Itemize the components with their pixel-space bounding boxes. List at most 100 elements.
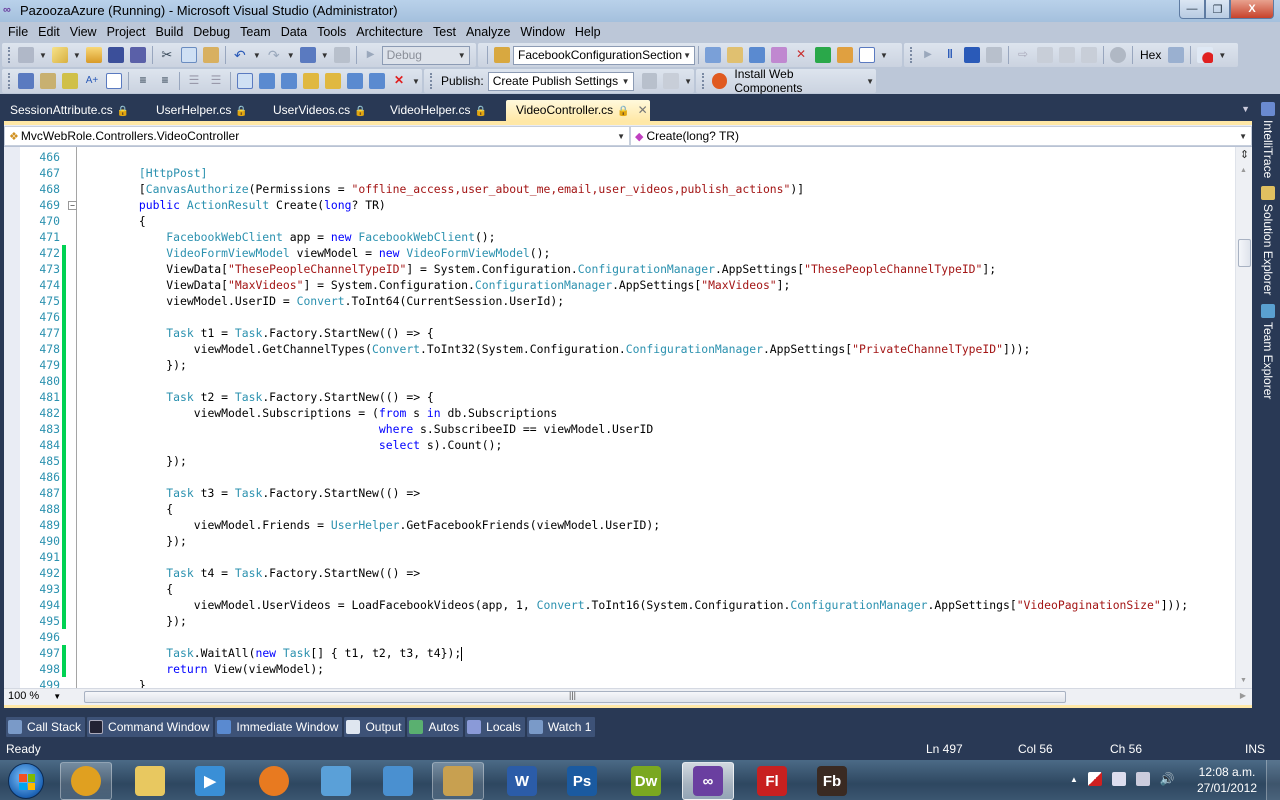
code-line[interactable]: 498 return View(viewModel); (4, 661, 1234, 677)
code-line[interactable]: 472 VideoFormViewModel viewModel = new V… (4, 245, 1234, 261)
code-line[interactable]: 484 select s).Count(); (4, 437, 1234, 453)
tab-command-window[interactable]: Command Window (87, 717, 214, 737)
code-line[interactable]: 477 Task t1 = Task.Factory.StartNew(() =… (4, 325, 1234, 341)
tab-autos[interactable]: Autos (407, 717, 464, 737)
threads-icon[interactable] (1168, 47, 1185, 63)
menu-debug[interactable]: Debug (188, 25, 235, 39)
paste-icon[interactable] (202, 47, 219, 63)
code-line[interactable]: 480 (4, 373, 1234, 389)
dock-tab-intellitrace[interactable]: IntelliTrace (1258, 102, 1278, 178)
start-button[interactable] (8, 763, 44, 799)
taskbar-app-chrome[interactable] (60, 762, 112, 800)
toggle-bookmark-icon[interactable] (237, 73, 253, 89)
properties-icon[interactable] (727, 47, 743, 63)
add-item-icon[interactable] (51, 47, 68, 63)
tab-uservideos[interactable]: UserVideos.cs 🔒 (263, 100, 377, 121)
menu-window[interactable]: Window (515, 25, 569, 39)
tab-videocontroller[interactable]: VideoController.cs 🔒 ✕ (506, 100, 650, 121)
tab-immediate-window[interactable]: Immediate Window (215, 717, 343, 737)
code-line[interactable]: 469− public ActionResult Create(long? TR… (4, 197, 1234, 213)
show-next-statement-icon[interactable]: ⇨ (1015, 47, 1031, 63)
action-center-flag-icon[interactable] (1087, 772, 1102, 786)
increase-indent-icon[interactable]: ≡ (157, 73, 173, 89)
code-line[interactable]: 481 Task t2 = Task.Factory.StartNew(() =… (4, 389, 1234, 405)
menu-analyze[interactable]: Analyze (461, 25, 515, 39)
code-line[interactable]: 479 }); (4, 357, 1234, 373)
import-export-icon[interactable] (815, 47, 831, 63)
menu-file[interactable]: File (3, 25, 33, 39)
code-editor[interactable]: 466 467 [HttpPost] 468 [CanvasAuthorize(Pe… (4, 147, 1252, 688)
step-out-icon[interactable] (1081, 47, 1097, 63)
extension-manager-icon[interactable]: ✕ (793, 47, 809, 63)
restart-icon[interactable] (986, 47, 1002, 63)
taskbar-app-dreamweaver[interactable]: Dw (620, 762, 672, 800)
code-line[interactable]: 482 viewModel.Subscriptions = (from s in… (4, 405, 1234, 421)
undo-icon[interactable]: ↶ (232, 47, 248, 63)
dock-tab-team-explorer[interactable]: Team Explorer (1258, 304, 1278, 399)
complete-word-icon[interactable]: A+ (84, 73, 100, 89)
menu-help[interactable]: Help (570, 25, 606, 39)
next-bookmark-document-icon[interactable] (369, 73, 385, 89)
type-combo[interactable]: ❖ MvcWebRole.Controllers.VideoController… (4, 126, 630, 146)
tab-userhelper[interactable]: UserHelper.cs 🔒 (146, 100, 258, 121)
code-line[interactable]: 483 where s.SubscribeeID == viewModel.Us… (4, 421, 1234, 437)
zoom-level-combo[interactable]: 100 % ▼ (8, 690, 61, 702)
dock-tab-solution-explorer[interactable]: Solution Explorer (1258, 186, 1278, 295)
menu-project[interactable]: Project (102, 25, 151, 39)
scroll-down-arrow[interactable]: ▼ (1240, 677, 1247, 684)
close-tab-icon[interactable]: ✕ (638, 103, 648, 117)
split-window-icon[interactable]: ⇕ (1238, 149, 1251, 162)
install-web-components-icon[interactable] (711, 73, 728, 89)
tab-watch-1[interactable]: Watch 1 (526, 717, 596, 737)
clock[interactable]: 12:08 a.m. 27/01/2012 (1190, 764, 1264, 796)
parameter-info-icon[interactable] (40, 73, 56, 89)
previous-bookmark-document-icon[interactable] (347, 73, 363, 89)
power-icon[interactable] (1111, 772, 1126, 786)
solution-configuration-combo[interactable]: Debug ▼ (381, 45, 470, 65)
horizontal-scrollbar[interactable]: 100 % ▼ ||| ▶ (4, 688, 1252, 705)
menu-architecture[interactable]: Architecture (351, 25, 428, 39)
code-line[interactable]: 468 [CanvasAuthorize(Permissions = "offl… (4, 181, 1234, 197)
publish-settings-icon[interactable] (663, 73, 680, 89)
code-line[interactable]: 475 viewModel.UserID = Convert.ToInt64(C… (4, 293, 1234, 309)
code-line[interactable]: 471 FacebookWebClient app = new Facebook… (4, 229, 1234, 245)
new-project-icon[interactable] (18, 47, 34, 63)
cut-icon[interactable]: ✂ (159, 47, 175, 63)
navigate-backward-icon[interactable] (299, 47, 316, 63)
taskbar-app-flash-builder[interactable]: Fb (806, 762, 858, 800)
step-into-icon[interactable] (1037, 47, 1053, 63)
tab-locals[interactable]: Locals (465, 717, 525, 737)
tab-sessionattribute[interactable]: SessionAttribute.cs 🔒 (0, 100, 139, 121)
code-line[interactable]: 488 { (4, 501, 1234, 517)
redo-icon[interactable]: ↷ (266, 47, 282, 63)
taskbar-app-explorer[interactable] (124, 762, 176, 800)
code-line[interactable]: 467 [HttpPost] (4, 165, 1234, 181)
show-hidden-icons-button[interactable]: ▲ (1070, 775, 1078, 784)
code-line[interactable]: 478 viewModel.GetChannelTypes(Convert.To… (4, 341, 1234, 357)
taskbar-app-photoshop[interactable]: Ps (556, 762, 608, 800)
tab-output[interactable]: Output (344, 717, 406, 737)
comment-out-icon[interactable]: ☰ (186, 73, 202, 89)
tab-call-stack[interactable]: Call Stack (6, 717, 86, 737)
next-bookmark-icon[interactable] (281, 73, 297, 89)
menu-data[interactable]: Data (276, 25, 312, 39)
step-over-icon[interactable] (1059, 47, 1075, 63)
code-line[interactable]: 474 ViewData["MaxVideos"] = System.Confi… (4, 277, 1234, 293)
tab-videohelper[interactable]: VideoHelper.cs 🔒 (380, 100, 497, 121)
save-icon[interactable] (107, 47, 124, 63)
code-line[interactable]: 493 { (4, 581, 1234, 597)
navigate-forward-icon[interactable] (333, 47, 350, 63)
code-line[interactable]: 497 Task.WaitAll(new Task[] { t1, t2, t3… (4, 645, 1234, 661)
vertical-scroll-thumb[interactable] (1238, 239, 1251, 267)
toolbox-icon[interactable] (771, 47, 787, 63)
code-line[interactable]: 491 (4, 549, 1234, 565)
toolbar-grip[interactable] (8, 47, 11, 63)
code-line[interactable]: 496 (4, 629, 1234, 645)
publish-web-icon[interactable] (641, 73, 658, 89)
code-line[interactable]: 494 viewModel.UserVideos = LoadFacebookV… (4, 597, 1234, 613)
code-line[interactable]: 486 (4, 469, 1234, 485)
breakpoints-icon[interactable] (1197, 47, 1214, 63)
next-bookmark-folder-icon[interactable] (325, 73, 341, 89)
code-line[interactable]: 495 }); (4, 613, 1234, 629)
decrease-indent-icon[interactable]: ≡ (135, 73, 151, 89)
